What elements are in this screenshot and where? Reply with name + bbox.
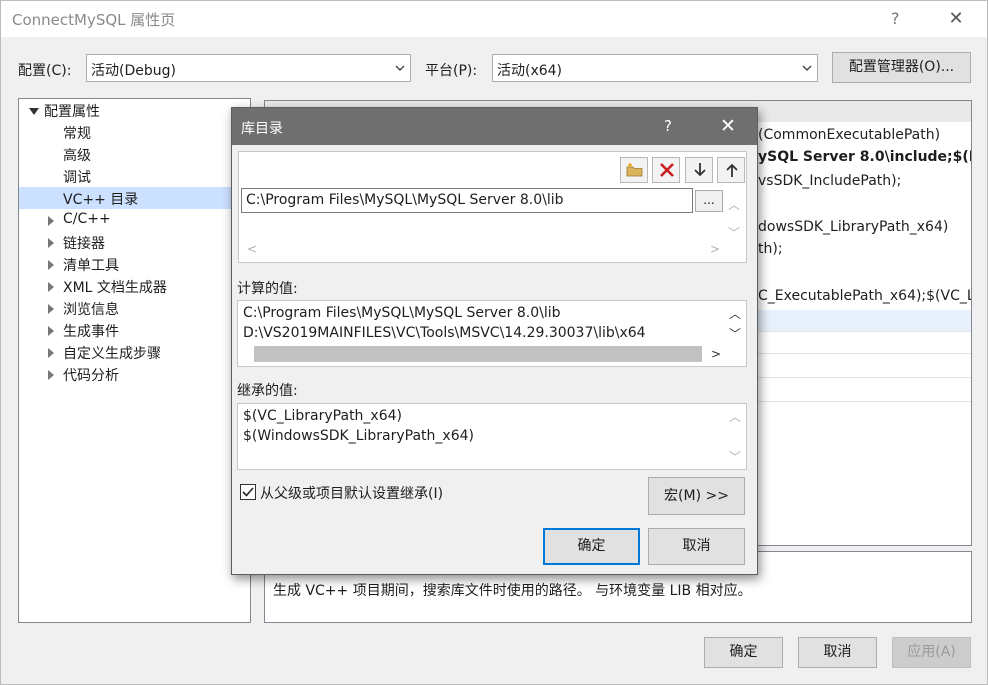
inherited-value-line: $(WindowsSDK_LibraryPath_x64) <box>243 428 474 444</box>
directory-entry-value: C:\Program Files\MySQL\MySQL Server 8.0\… <box>246 192 564 208</box>
config-label: 配置(C): <box>18 63 72 79</box>
scroll-up-icon[interactable]: ︿ <box>729 408 741 425</box>
platform-label: 平台(P): <box>425 63 478 79</box>
config-dropdown[interactable]: 活动(Debug) <box>86 54 411 82</box>
tree-item-cpp[interactable]: C/C++ <box>63 211 111 233</box>
directory-entry-input[interactable]: C:\Program Files\MySQL\MySQL Server 8.0\… <box>241 188 693 213</box>
computed-values-list: C:\Program Files\MySQL\MySQL Server 8.0\… <box>237 300 747 367</box>
property-tree: 配置属性 常规 高级 调试 VC++ 目录 C/C++ 链接器 清单工具 XML… <box>18 98 251 623</box>
tree-collapsed-icon[interactable] <box>48 370 54 380</box>
tree-collapsed-icon[interactable] <box>48 238 54 248</box>
tree-item-xml-doc-generator[interactable]: XML 文档生成器 <box>63 277 167 299</box>
chevron-down-icon <box>802 65 812 71</box>
scroll-down-icon[interactable]: ﹀ <box>728 224 740 241</box>
scroll-down-icon[interactable]: ﹀ <box>729 448 741 465</box>
scroll-left-icon[interactable]: < <box>247 242 257 256</box>
inherit-checkbox[interactable] <box>240 484 256 500</box>
platform-value: 活动(x64) <box>497 63 563 79</box>
apply-button[interactable]: 应用(A) <box>892 637 971 668</box>
tree-item-general[interactable]: 常规 <box>63 123 91 145</box>
horizontal-scrollbar-thumb[interactable] <box>254 346 702 362</box>
macros-button[interactable]: 宏(M) >> <box>648 477 745 515</box>
move-up-button[interactable] <box>717 157 745 183</box>
tree-collapsed-icon[interactable] <box>48 348 54 358</box>
tree-item-build-events[interactable]: 生成事件 <box>63 321 119 343</box>
tree-item-manifest-tool[interactable]: 清单工具 <box>63 255 119 277</box>
tree-item-debugging[interactable]: 调试 <box>63 167 91 189</box>
tree-item-code-analysis[interactable]: 代码分析 <box>63 365 119 387</box>
tree-expanded-icon[interactable] <box>29 108 39 115</box>
platform-dropdown[interactable]: 活动(x64) <box>492 54 818 82</box>
move-down-button[interactable] <box>685 157 713 183</box>
cancel-button[interactable]: 取消 <box>798 637 877 668</box>
property-row-divider <box>758 377 971 378</box>
checkmark-icon <box>242 487 254 497</box>
computed-values-label: 计算的值: <box>237 281 298 297</box>
property-row-highlight <box>758 310 971 332</box>
help-button[interactable]: ? <box>891 9 900 28</box>
tree-collapsed-icon[interactable] <box>48 216 54 226</box>
dialog-close-button[interactable]: ✕ <box>712 112 744 140</box>
tree-collapsed-icon[interactable] <box>48 282 54 292</box>
inherit-checkbox-label[interactable]: 从父级或项目默认设置继承(I) <box>260 483 443 503</box>
config-value: 活动(Debug) <box>91 63 176 79</box>
scroll-right-icon[interactable]: > <box>711 347 721 361</box>
tree-item-linker[interactable]: 链接器 <box>63 233 105 255</box>
computed-value-line: C:\Program Files\MySQL\MySQL Server 8.0\… <box>243 305 561 321</box>
ok-button[interactable]: 确定 <box>704 637 783 668</box>
new-folder-icon <box>626 163 643 177</box>
dialog-title: 库目录 <box>241 121 283 137</box>
config-manager-button[interactable]: 配置管理器(O)... <box>832 52 971 83</box>
scroll-right-icon[interactable]: > <box>710 242 720 256</box>
scroll-up-icon[interactable]: ︿ <box>728 196 740 213</box>
arrow-up-icon <box>726 163 738 177</box>
inherited-values-label: 继承的值: <box>237 383 298 399</box>
property-value-library-dirs[interactable]: th); <box>758 241 783 263</box>
tree-collapsed-icon[interactable] <box>48 326 54 336</box>
dialog-help-button[interactable]: ? <box>664 117 672 135</box>
window-titlebar: ConnectMySQL 属性页 ? ✕ <box>1 1 987 37</box>
dialog-ok-button[interactable]: 确定 <box>543 528 640 565</box>
computed-value-line: D:\VS2019MAINFILES\VC\Tools\MSVC\14.29.3… <box>243 325 646 341</box>
inherited-values-list: $(VC_LibraryPath_x64) $(WindowsSDK_Libra… <box>237 403 747 470</box>
tree-collapsed-icon[interactable] <box>48 304 54 314</box>
close-button[interactable]: ✕ <box>941 5 971 33</box>
new-line-button[interactable] <box>620 157 648 183</box>
library-directories-dialog: 库目录 ? ✕ C:\Program Files\MySQL\MySQL Ser… <box>231 107 758 575</box>
property-value-include-dirs[interactable]: ySQL Server 8.0\include;$(In <box>758 149 971 171</box>
property-value-reference-dirs[interactable]: dowsSDK_LibraryPath_x64) <box>758 219 948 241</box>
browse-button[interactable]: ... <box>695 190 723 212</box>
property-row-divider <box>758 401 971 402</box>
property-row-divider <box>758 331 971 332</box>
directory-editor: C:\Program Files\MySQL\MySQL Server 8.0\… <box>238 151 747 263</box>
scroll-down-icon[interactable]: ﹀ <box>729 325 741 342</box>
tree-item-browse-info[interactable]: 浏览信息 <box>63 299 119 321</box>
tree-item-custom-build-step[interactable]: 自定义生成步骤 <box>63 343 161 365</box>
tree-item-advanced[interactable]: 高级 <box>63 145 91 167</box>
property-value-exclude-dirs[interactable]: C_ExecutablePath_x64);$(VC_L <box>758 288 971 310</box>
description-text: 生成 VC++ 项目期间，搜索库文件时使用的路径。 与环境变量 LIB 相对应。 <box>273 583 752 599</box>
tree-root-config-properties[interactable]: 配置属性 <box>44 101 100 123</box>
delete-x-icon <box>660 163 674 177</box>
arrow-down-icon <box>694 163 706 177</box>
window-title: ConnectMySQL 属性页 <box>12 11 176 29</box>
scroll-up-icon[interactable]: ︿ <box>729 305 741 322</box>
dialog-cancel-button[interactable]: 取消 <box>648 528 745 565</box>
property-value-executable-dirs[interactable]: (CommonExecutablePath) <box>758 127 940 149</box>
property-value-include-dirs-tail[interactable]: vsSDK_IncludePath); <box>758 173 901 195</box>
tree-item-vc-directories[interactable]: VC++ 目录 <box>63 189 138 211</box>
dialog-titlebar: 库目录 ? ✕ <box>232 108 757 145</box>
chevron-down-icon <box>395 65 405 71</box>
tree-collapsed-icon[interactable] <box>48 260 54 270</box>
inherited-value-line: $(VC_LibraryPath_x64) <box>243 408 402 424</box>
property-row-divider <box>758 353 971 354</box>
delete-line-button[interactable] <box>652 157 680 183</box>
